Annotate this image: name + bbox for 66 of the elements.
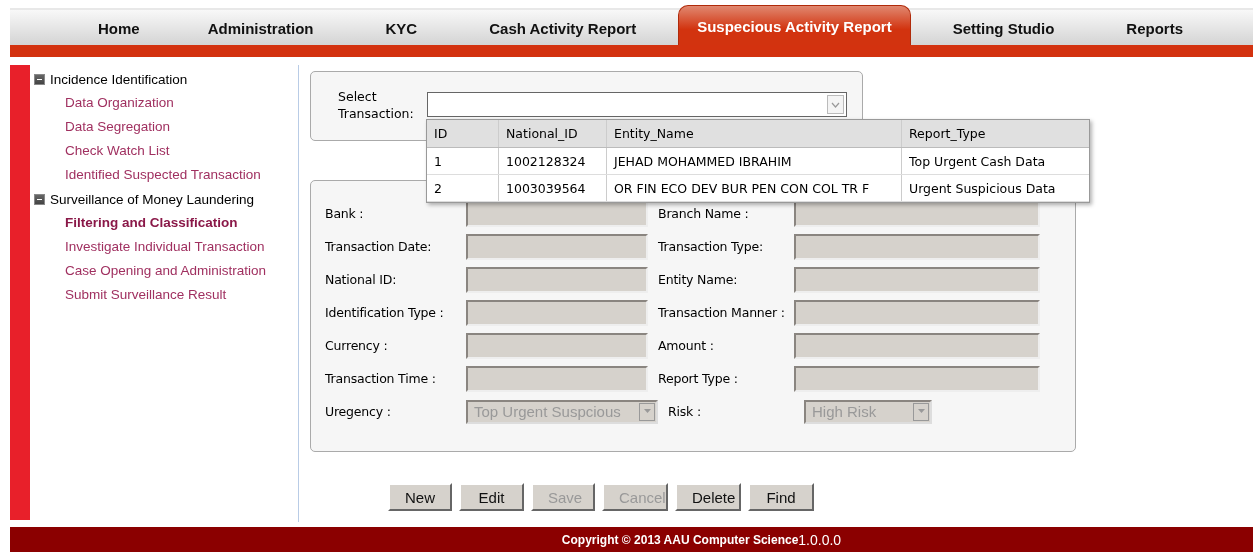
column-header: ID [427,120,499,147]
tree-link[interactable]: Data Organization [30,91,298,115]
nav-tab[interactable]: Administration [177,10,344,45]
column-header: Entity_Name [607,120,902,147]
grid-cell[interactable]: 1003039564 [499,175,607,201]
grid-cell[interactable]: 2 [427,175,499,201]
field-label: Transaction Time : [324,371,437,386]
tree-group[interactable]: Surveillance of Money Laundering [50,191,255,207]
grid-cell[interactable]: 1 [427,148,499,174]
input-field[interactable] [466,233,648,260]
grid-cell[interactable]: JEHAD MOHAMMED IBRAHIM [607,148,902,174]
field-label: Branch Name : [657,206,750,221]
field-label: Transaction Type: [657,239,764,254]
field-label: Uregency : [324,404,392,419]
nav-tab[interactable]: Reports [1096,10,1214,45]
field-label: Transaction Manner : [657,305,786,320]
tree-link[interactable]: Submit Surveillance Result [30,283,298,307]
version-text: 1.0.0.0 [798,531,842,548]
tree-link[interactable]: Data Segregation [30,115,298,139]
nav-tab[interactable]: Home [68,10,170,45]
tree-group[interactable]: Incidence Identification [50,71,188,87]
field-label: Select Transaction: [338,88,415,122]
tree-link[interactable]: Filtering and Classification [30,211,298,235]
input-field[interactable] [794,299,1040,326]
tree-link[interactable]: Check Watch List [30,139,298,163]
nav-tab[interactable]: KYC [355,10,448,45]
input-field[interactable] [794,266,1040,293]
field-label: Identification Type : [324,305,445,320]
collapse-icon[interactable] [34,73,45,85]
caret-icon[interactable] [827,95,844,114]
field-label: Report Type : [657,371,739,386]
column-header: National_ID [499,120,607,147]
grid-cell[interactable]: Top Urgent Cash Data [902,148,1087,174]
input-field[interactable] [466,299,648,326]
grid-cell[interactable]: OR FIN ECO DEV BUR PEN CON COL TR F [607,175,902,201]
tree-link[interactable]: Identified Suspected Transaction [30,163,298,187]
field-label: Risk : [667,404,702,419]
input-field[interactable] [466,365,648,392]
field-label: Bank : [324,206,365,221]
field-label: Amount : [657,338,715,353]
action-button[interactable]: Find [748,483,814,511]
copyright-text: Copyright © 2013 AAU Computer Science [561,532,799,547]
transaction-combo[interactable] [427,92,847,117]
nav-tab[interactable]: Setting Studio [922,10,1085,45]
caret-icon[interactable] [913,402,929,421]
action-button[interactable]: Edit [459,483,524,511]
nav-tab[interactable]: Suspecious Activity Report [678,5,911,45]
tree-link[interactable]: Investigate Individual Transaction [30,235,298,259]
tree-link[interactable]: Case Opening and Administration [30,259,298,283]
input-field[interactable] [794,365,1040,392]
input-field[interactable] [794,332,1040,359]
action-button[interactable]: New [388,483,452,511]
column-header: Report_Type [908,125,987,143]
collapse-icon[interactable] [34,193,45,205]
field-label: Entity Name: [657,272,739,287]
action-button[interactable]: Delete [675,483,741,511]
nav-tab[interactable]: Cash Activity Report [459,10,667,45]
field-label: Currency : [324,338,389,353]
grid-cell[interactable]: Urgent Suspicious Data [902,175,1087,201]
input-field[interactable] [794,233,1040,260]
field-label: National ID: [324,272,398,287]
input-field[interactable] [466,332,648,359]
input-field[interactable] [466,266,648,293]
grid-cell[interactable]: 1002128324 [499,148,607,174]
field-label: Transaction Date: [324,239,433,254]
caret-icon[interactable] [639,402,655,421]
